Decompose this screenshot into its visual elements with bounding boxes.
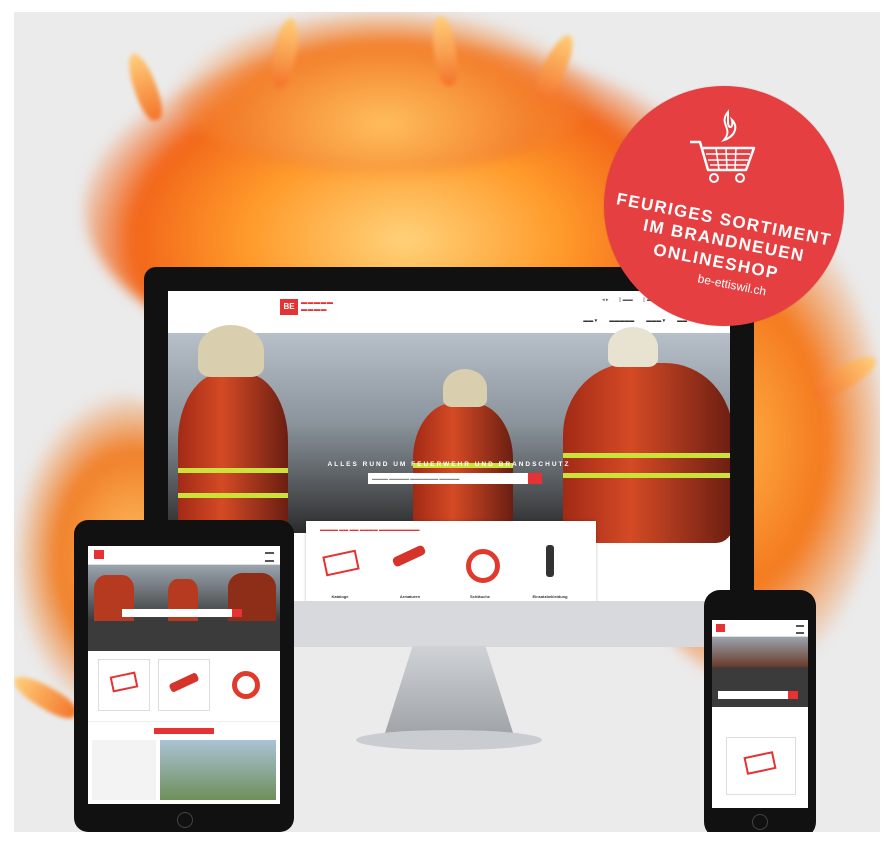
phone-search-button[interactable]	[788, 691, 798, 699]
monitor-stand-base	[356, 730, 542, 750]
catalog-stamp-icon	[743, 751, 777, 775]
catalog-stamp-icon	[109, 671, 139, 693]
language-switch[interactable]: ◂ ▸	[602, 297, 608, 305]
nav-item[interactable]: ▬▬ ▾	[583, 318, 597, 324]
hero-search-input[interactable]: ▬▬▬▬ ▬▬▬▬▬ ▬▬▬▬▬▬▬ ▬▬▬▬▬	[368, 473, 528, 484]
product-card[interactable]: Kataloge	[310, 539, 370, 599]
tablet-screen	[88, 546, 280, 804]
hose-icon	[466, 549, 500, 583]
tablet-dark-band	[88, 621, 280, 651]
promo-badge: FEURIGES SORTIMENT IM BRANDNEUEN ONLINES…	[604, 86, 844, 326]
firefighter-photo	[563, 363, 730, 543]
catalog-stamp-icon	[322, 549, 360, 577]
ad-canvas: BE ▬▬▬▬▬▬▬▬▬ ◂ ▸ ▯ ▬▬ ▯ ▬▬▬▬ ▯ ▬▬▬ ▬▬ ▾ …	[14, 12, 880, 832]
account-link[interactable]: ▯ ▬▬	[619, 297, 633, 305]
hero-title: ALLES RUND UM FEUERWEHR UND BRANDSCHUTZ	[327, 461, 571, 468]
clothing-icon	[546, 545, 554, 577]
nozzle-icon	[168, 672, 200, 693]
product-label: Kataloge	[331, 594, 349, 599]
tablet-more-button[interactable]	[154, 728, 214, 734]
feature-text-block	[92, 740, 156, 800]
menu-icon[interactable]	[796, 625, 804, 634]
menu-icon[interactable]	[265, 552, 274, 562]
phone-search-band	[712, 667, 808, 707]
helmet-photo	[608, 327, 658, 367]
product-card[interactable]: Armaturen	[380, 539, 440, 599]
helmet-photo	[198, 325, 264, 377]
tablet-device	[74, 520, 294, 832]
phone-header	[712, 620, 808, 637]
product-teaser: ▬▬▬▬ ▬▬ ▬▬ ▬▬▬▬ ▬▬▬▬▬▬▬▬▬ Kataloge Armat…	[306, 521, 596, 601]
nav-item[interactable]: ▬▬▬ ▾	[646, 318, 665, 324]
phone-home-button[interactable]	[752, 814, 768, 830]
smartphone-device	[704, 590, 816, 832]
flame-lick	[122, 50, 168, 124]
helmet-photo	[443, 369, 487, 407]
brand-logo	[94, 550, 104, 559]
hose-icon	[232, 671, 260, 699]
nozzle-icon	[391, 544, 427, 568]
nav-item[interactable]: ▬▬▬▬▬	[609, 318, 634, 324]
brand-logo-wordmark: ▬▬▬▬▬ ▬▬▬▬	[301, 300, 334, 313]
product-card[interactable]	[98, 659, 150, 711]
product-card[interactable]: Schläuche	[450, 539, 510, 599]
product-card[interactable]	[218, 659, 268, 709]
phone-hero	[712, 637, 808, 667]
phone-screen	[712, 620, 808, 808]
product-card[interactable]	[726, 737, 796, 795]
tablet-hero	[88, 565, 280, 621]
hero-banner: ALLES RUND UM FEUERWEHR UND BRANDSCHUTZ …	[168, 325, 730, 543]
monitor-stand	[384, 646, 514, 736]
building-photo	[160, 740, 276, 800]
fire-backdrop-top	[174, 12, 594, 172]
product-teaser-title: ▬▬▬▬ ▬▬ ▬▬ ▬▬▬▬ ▬▬▬▬▬▬▬▬▬	[320, 527, 420, 532]
tablet-products	[88, 651, 280, 722]
product-label: Armaturen	[399, 594, 421, 599]
product-card[interactable]: Einsatzbekleidung	[520, 539, 580, 599]
phone-products	[712, 707, 808, 807]
flaming-shopping-cart-icon	[690, 109, 756, 183]
tablet-feature	[88, 740, 280, 804]
tablet-home-button[interactable]	[177, 812, 193, 828]
product-card[interactable]	[158, 659, 210, 711]
brand-logo: BE	[280, 299, 298, 315]
firefighter-photo	[178, 373, 288, 543]
tablet-search-input[interactable]	[122, 609, 232, 617]
hero-search-button[interactable]	[528, 473, 542, 484]
product-label: Schläuche	[469, 594, 490, 599]
product-label: Einsatzbekleidung	[532, 594, 568, 599]
phone-search-input[interactable]	[718, 691, 788, 699]
tablet-header	[88, 546, 280, 565]
brand-logo	[716, 624, 725, 632]
tablet-search-button[interactable]	[232, 609, 242, 617]
